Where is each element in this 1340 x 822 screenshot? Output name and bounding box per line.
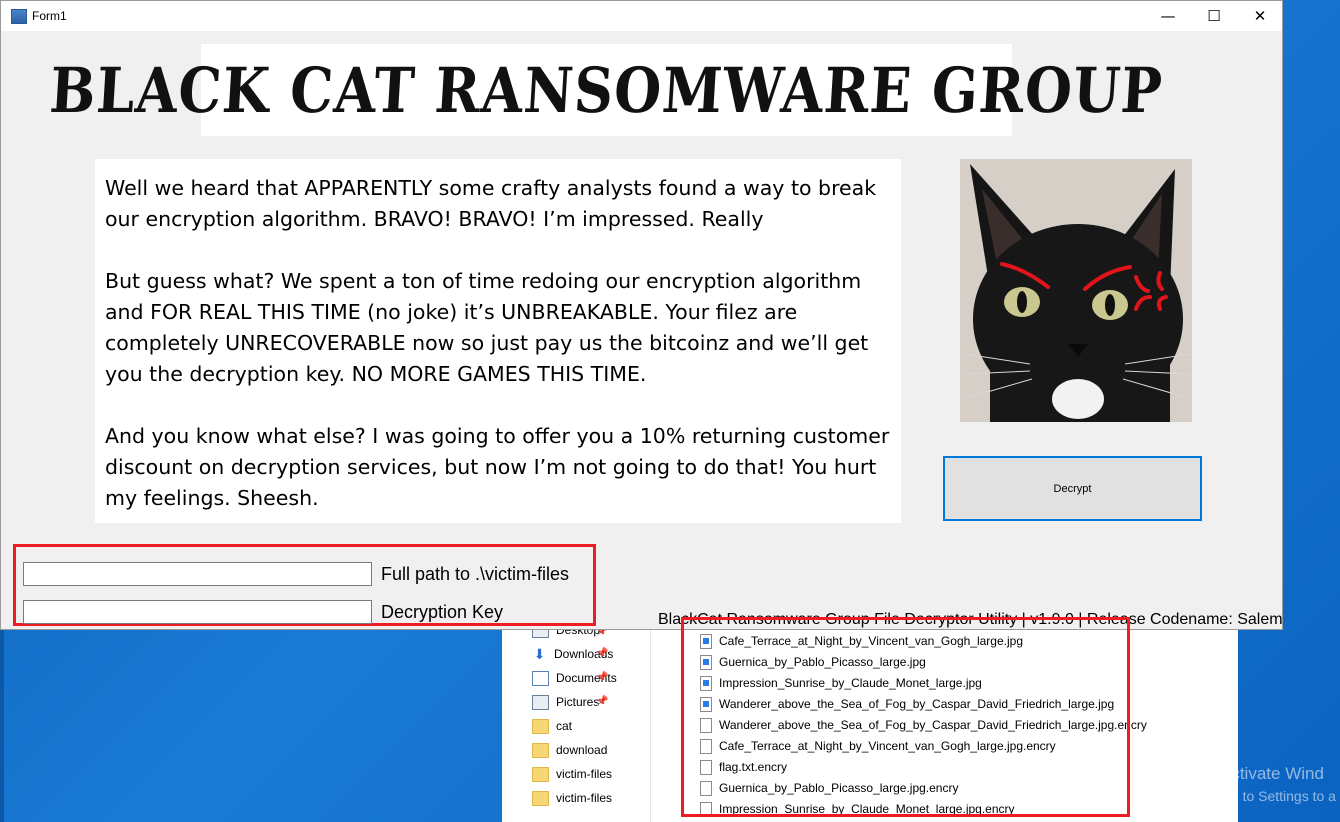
pin-icon: 📌 <box>596 648 609 659</box>
angry-cat-image <box>960 159 1192 422</box>
folder-icon <box>532 766 549 782</box>
download-arrow-icon: ⬇ <box>533 645 546 662</box>
path-label: Full path to .\victim-files <box>381 564 570 584</box>
app-icon <box>11 9 27 24</box>
nav-item-victim-files[interactable]: victim-files <box>532 788 612 808</box>
pin-icon: 📌 <box>596 672 609 683</box>
decrypt-button[interactable]: Decrypt <box>943 456 1202 521</box>
banner-logo: BLACK CAT RANSOMWARE GROUP <box>48 44 1165 136</box>
cat-illustration <box>960 159 1192 422</box>
key-label: Decryption Key <box>381 602 504 622</box>
folder-icon <box>532 742 549 758</box>
folder-icon <box>532 718 549 734</box>
folder-icon <box>532 790 549 806</box>
window-title: Form1 <box>32 9 67 23</box>
decryption-key-input[interactable] <box>23 600 372 624</box>
minimize-button[interactable]: — <box>1145 1 1191 31</box>
highlight-box-files <box>681 617 1130 817</box>
nav-item-cat[interactable]: cat <box>532 716 572 736</box>
banner-title: BLACK CAT RANSOMWARE GROUP <box>47 53 1166 127</box>
message-paragraph: And you know what else? I was going to o… <box>105 424 890 510</box>
message-paragraph: Well we heard that APPARENTLY some craft… <box>105 176 877 231</box>
nav-item-pictures[interactable]: Pictures <box>532 692 599 712</box>
close-button[interactable]: ✕ <box>1237 1 1283 31</box>
form1-window: Form1 — ☐ ✕ BLACK CAT RANSOMWARE GROUP W… <box>0 0 1283 630</box>
nav-item-download[interactable]: download <box>532 740 607 760</box>
ransom-message: Well we heard that APPARENTLY some craft… <box>95 159 901 523</box>
title-bar[interactable]: Form1 — ☐ ✕ <box>1 1 1282 31</box>
pictures-icon <box>532 694 549 710</box>
maximize-button[interactable]: ☐ <box>1191 1 1237 31</box>
victim-files-path-input[interactable] <box>23 562 372 586</box>
activation-watermark: Activate Wind Go to Settings to a <box>1220 764 1336 804</box>
documents-icon <box>532 670 549 686</box>
message-paragraph: But guess what? We spent a ton of time r… <box>105 269 869 386</box>
nav-item-victim-files[interactable]: victim-files <box>532 764 612 784</box>
pin-icon: 📌 <box>596 696 609 707</box>
navigation-pane: Desktop 📌 ⬇ Downloads 📌 Documents 📌 Pict… <box>502 612 651 822</box>
